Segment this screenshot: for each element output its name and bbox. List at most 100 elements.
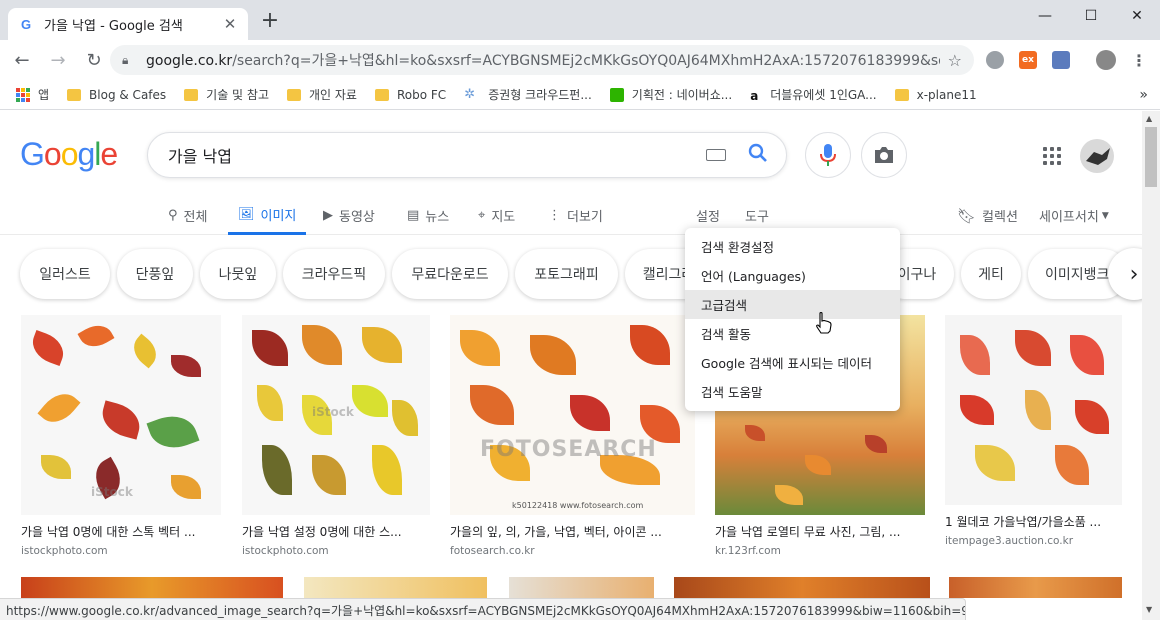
menu-item-search-activity[interactable]: 검색 활동 bbox=[685, 319, 900, 348]
profile-avatar-icon[interactable] bbox=[1096, 50, 1116, 70]
safesearch-button[interactable]: 세이프서치 ▼ bbox=[1039, 197, 1109, 234]
tab-all[interactable]: ⚲ 전체 bbox=[168, 197, 207, 234]
tab-videos[interactable]: ▶ 동영상 bbox=[323, 197, 375, 234]
watermark: iStock bbox=[91, 485, 133, 499]
gear-site-icon: ✲ bbox=[464, 86, 476, 102]
minimize-icon[interactable]: — bbox=[1022, 0, 1068, 32]
chip[interactable]: 무료다운로드 bbox=[392, 249, 508, 299]
image-result[interactable]: iStock 가을 낙엽 0명에 대한 스톡 벡터 ... istockphot… bbox=[21, 315, 221, 557]
back-icon[interactable]: ← bbox=[6, 44, 38, 76]
tab-maps[interactable]: ⌖ 지도 bbox=[478, 197, 515, 234]
bookmark-apps[interactable]: 앱 bbox=[16, 86, 49, 103]
bookmark-folder-blog[interactable]: Blog & Cafes bbox=[67, 88, 166, 102]
bookmark-folder-xplane[interactable]: x-plane11 bbox=[894, 87, 977, 102]
map-icon: ⌖ bbox=[478, 208, 486, 223]
bookmark-folder-robofc[interactable]: Robo FC bbox=[374, 88, 446, 102]
image-result[interactable]: iStock 가을 낙엽 설정 0명에 대한 스... istockphoto.… bbox=[242, 315, 430, 557]
bookmark-folder-personal[interactable]: 개인 자료 bbox=[287, 86, 357, 103]
result-thumbnail[interactable]: iStock bbox=[21, 315, 221, 515]
scroll-down-icon[interactable]: ▼ bbox=[1146, 605, 1152, 614]
scrollbar-thumb[interactable] bbox=[1145, 127, 1157, 187]
bookmark-star-icon[interactable]: ☆ bbox=[948, 51, 962, 70]
account-avatar[interactable] bbox=[1080, 139, 1114, 173]
news-icon: ▤ bbox=[407, 208, 420, 223]
tab-label: 동영상 bbox=[339, 210, 375, 225]
reload-icon[interactable]: ↻ bbox=[78, 44, 110, 76]
result-thumbnail[interactable]: FOTOSEARCH k50122418 www.fotosearch.com bbox=[450, 315, 695, 515]
status-bar-url: https://www.google.co.kr/advanced_image_… bbox=[0, 598, 966, 620]
chip[interactable]: 일러스트 bbox=[20, 249, 110, 299]
bookmark-naver[interactable]: 기획전 : 네이버쇼... bbox=[609, 86, 732, 103]
google-logo[interactable]: Google bbox=[20, 136, 118, 173]
video-icon: ▶ bbox=[323, 208, 333, 223]
naver-icon bbox=[609, 87, 624, 102]
collections-button[interactable]: 🔖︎ 컬렉션 bbox=[957, 197, 1018, 234]
chip[interactable]: 나뭇잎 bbox=[200, 249, 276, 299]
tab-more[interactable]: ⋮ 더보기 bbox=[548, 197, 603, 234]
bookmark-wasset[interactable]: a 더블유에셋 1인GA... bbox=[750, 86, 876, 103]
address-bar[interactable]: 🔒︎ google.co.kr/search?q=가을+낙엽&hl=ko&sxs… bbox=[110, 45, 974, 75]
bookmark-crowdfunding[interactable]: ✲ 증권형 크라우드펀... bbox=[464, 86, 592, 103]
browser-tab[interactable]: G 가을 낙엽 - Google 검색 ✕ bbox=[8, 8, 248, 40]
extension-ex-icon[interactable]: ex bbox=[1019, 51, 1037, 69]
collections-label: 컬렉션 bbox=[982, 210, 1018, 225]
url-path: /search?q=가을+낙엽&hl=ko&sxsrf=ACYBGNSMEj2c… bbox=[232, 53, 940, 69]
page-scrollbar[interactable]: ▲ ▼ bbox=[1142, 111, 1160, 620]
image-result-partial[interactable] bbox=[674, 577, 930, 598]
tab-strip: G 가을 낙엽 - Google 검색 ✕ + — ☐ ✕ bbox=[0, 0, 1160, 40]
bookmark-label: x-plane11 bbox=[916, 87, 977, 102]
keyboard-icon[interactable] bbox=[706, 149, 726, 161]
menu-item-advanced-search[interactable]: 고급검색 bbox=[685, 290, 900, 319]
window-close-icon[interactable]: ✕ bbox=[1114, 0, 1160, 32]
maximize-icon[interactable]: ☐ bbox=[1068, 0, 1114, 32]
result-caption[interactable]: 가을 낙엽 로열티 무료 사진, 그림, ... bbox=[715, 523, 925, 540]
tab-images[interactable]: 🖼︎ 이미지 bbox=[228, 197, 307, 235]
image-result-partial[interactable] bbox=[21, 577, 283, 598]
result-caption[interactable]: 가을의 잎, 의, 가을, 낙엽, 벡터, 아이콘 ... bbox=[450, 523, 695, 540]
tab-label: 더보기 bbox=[567, 210, 603, 225]
chrome-menu-icon[interactable]: ⋮ bbox=[1130, 51, 1148, 70]
result-thumbnail[interactable] bbox=[945, 315, 1122, 505]
chip[interactable]: 게티 bbox=[961, 249, 1021, 299]
image-search-button[interactable] bbox=[861, 132, 907, 178]
chip[interactable]: 포토그래피 bbox=[515, 249, 618, 299]
mic-icon bbox=[820, 144, 836, 166]
extension-puzzle-icon[interactable] bbox=[1052, 51, 1070, 69]
logo-letter: g bbox=[77, 136, 95, 172]
result-source: istockphoto.com bbox=[21, 545, 108, 557]
image-result[interactable]: 1 월데코 가을낙엽/가을소품 ... itempage3.auction.co… bbox=[945, 315, 1122, 547]
search-input[interactable]: 가을 낙엽 bbox=[168, 143, 706, 167]
tab-label: 뉴스 bbox=[425, 210, 450, 225]
search-box[interactable]: 가을 낙엽 bbox=[147, 132, 787, 178]
image-result-partial[interactable] bbox=[949, 577, 1122, 598]
bookmark-folder-tech[interactable]: 기술 및 참고 bbox=[184, 86, 269, 103]
google-apps-icon[interactable] bbox=[1043, 147, 1061, 165]
result-caption[interactable]: 가을 낙엽 0명에 대한 스톡 벡터 ... bbox=[21, 523, 221, 540]
address-url[interactable]: google.co.kr/search?q=가을+낙엽&hl=ko&sxsrf=… bbox=[146, 50, 940, 70]
scroll-up-icon[interactable]: ▲ bbox=[1146, 114, 1152, 123]
search-icon[interactable] bbox=[748, 143, 768, 167]
tab-close-icon[interactable]: ✕ bbox=[222, 15, 238, 33]
image-result[interactable]: FOTOSEARCH k50122418 www.fotosearch.com … bbox=[450, 315, 695, 557]
voice-search-button[interactable] bbox=[805, 132, 851, 178]
bookmarks-overflow-button[interactable]: » bbox=[1139, 87, 1148, 103]
tab-label: 전체 bbox=[183, 210, 208, 225]
bookmark-label: 더블유에셋 1인GA... bbox=[770, 88, 877, 102]
result-caption[interactable]: 1 월데코 가을낙엽/가을소품 ... bbox=[945, 513, 1122, 530]
menu-item-your-data[interactable]: Google 검색에 표시되는 데이터 bbox=[685, 348, 900, 377]
image-result-partial[interactable] bbox=[304, 577, 487, 598]
extension-cloud-icon[interactable] bbox=[986, 51, 1004, 69]
menu-item-search-help[interactable]: 검색 도움말 bbox=[685, 377, 900, 406]
tab-news[interactable]: ▤ 뉴스 bbox=[407, 197, 449, 234]
forward-icon[interactable]: → bbox=[42, 44, 74, 76]
image-result-partial[interactable] bbox=[509, 577, 654, 598]
result-caption[interactable]: 가을 낙엽 설정 0명에 대한 스... bbox=[242, 523, 430, 540]
result-thumbnail[interactable]: iStock bbox=[242, 315, 430, 515]
related-chips: 일러스트 단풍잎 나뭇잎 크라우드픽 무료다운로드 포토그래피 캘리그라피 이구… bbox=[0, 249, 1142, 299]
menu-item-languages[interactable]: 언어 (Languages) bbox=[685, 261, 900, 290]
chip[interactable]: 크라우드픽 bbox=[283, 249, 385, 299]
new-tab-button[interactable]: + bbox=[258, 10, 282, 34]
chip[interactable]: 단풍잎 bbox=[117, 249, 193, 299]
menu-item-search-settings[interactable]: 검색 환경설정 bbox=[685, 232, 900, 261]
folder-icon bbox=[374, 88, 389, 101]
